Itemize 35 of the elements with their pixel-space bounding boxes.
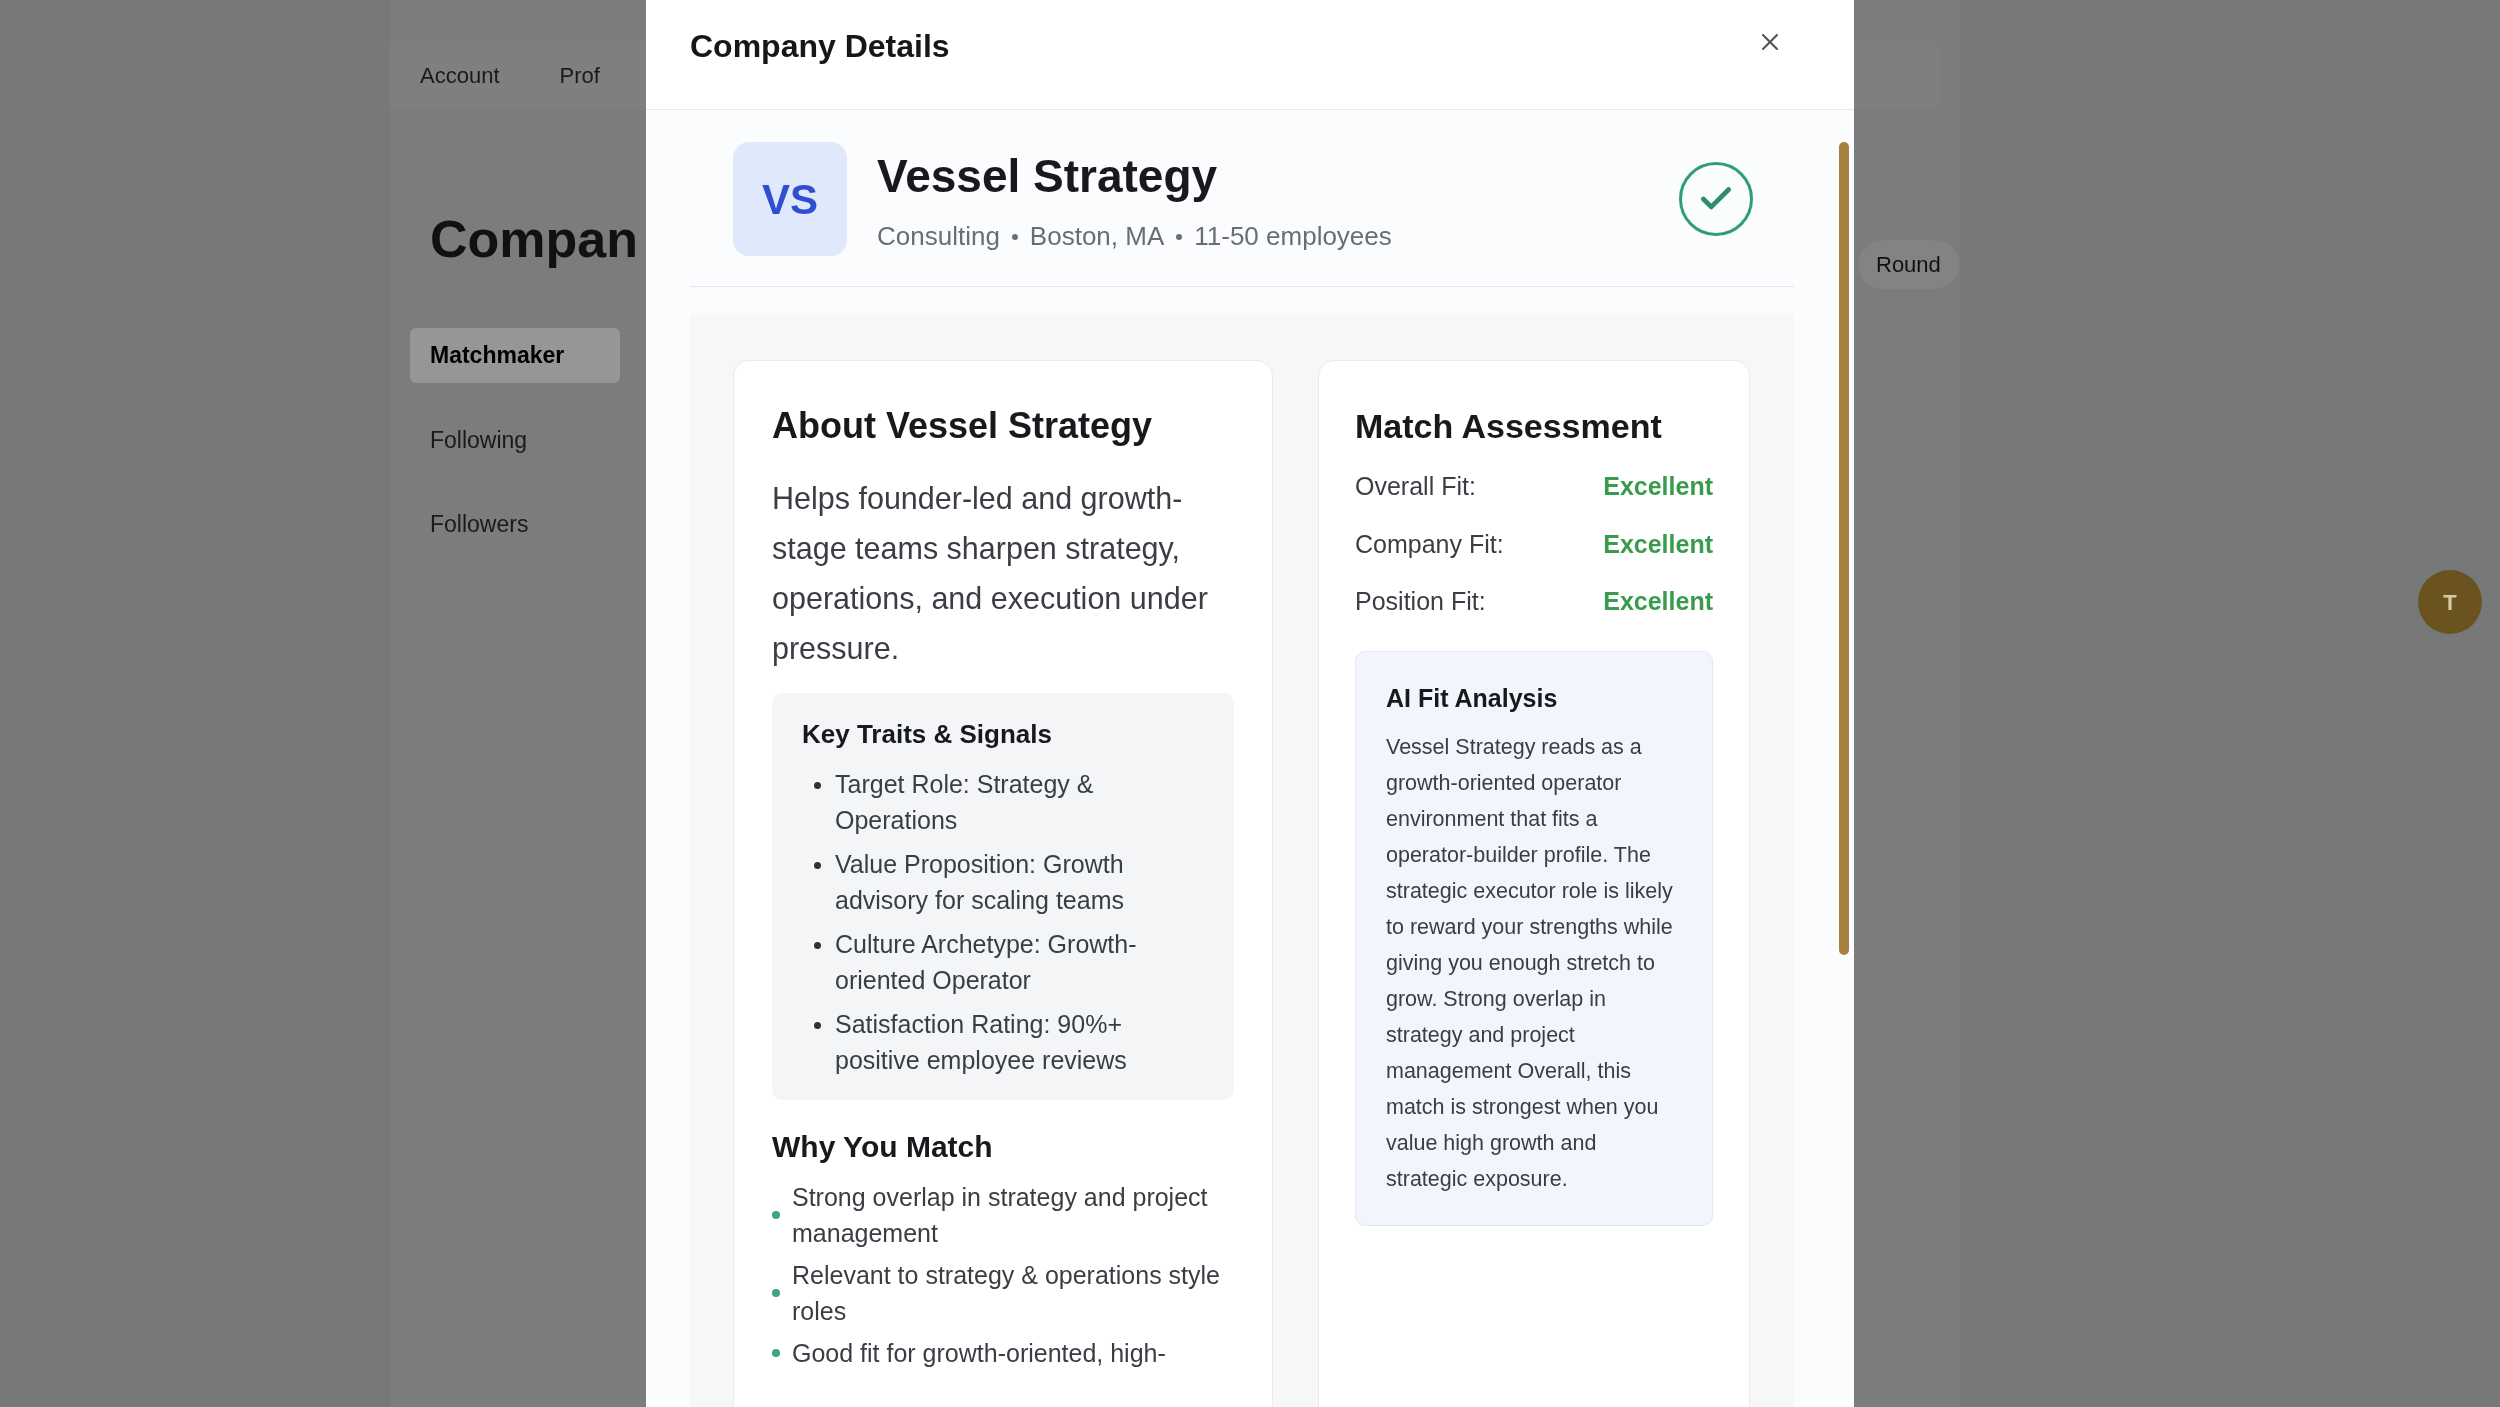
match-reason: Good fit for growth-oriented, high-: [792, 1338, 1166, 1369]
sidebar-item[interactable]: Following: [410, 412, 620, 467]
section-heading: About Vessel Strategy: [772, 404, 1154, 448]
trait-item: Target Role: Strategy & Operations: [835, 769, 1095, 836]
analysis-text: Vessel Strategy reads as a growth-oriented operator environment that fits a operator-builder profile. The strategic executor role is likely to reward your strengths while giving you enough stretch to grow. Strong overlap in strategy and project management Overall, this match is strongest when you value high growth and strategic exposure.: [1386, 734, 1674, 1193]
panel-heading: Key Traits & Signals: [802, 718, 1053, 751]
company-name: Vessel Strategy: [877, 149, 1219, 204]
nav-tab[interactable]: Prof: [559, 58, 600, 92]
trait-item: Culture Archetype: Growth-oriented Operator: [835, 929, 1138, 996]
match-reason: Relevant to strategy & operations style roles: [792, 1260, 1221, 1327]
company-meta: Boston, MA: [1029, 220, 1165, 253]
fit-rating: Excellent: [1603, 471, 1713, 502]
page-heading: Compan: [430, 209, 638, 270]
dialog-title: Company Details: [690, 27, 950, 66]
company-meta: Consulting: [877, 220, 1000, 253]
scrollbar-thumb[interactable]: [1839, 142, 1849, 955]
section-heading: Match Assessment: [1355, 406, 1663, 447]
panel-heading: AI Fit Analysis: [1386, 682, 1559, 714]
user-avatar[interactable]: T: [2418, 570, 2482, 634]
sidebar-item[interactable]: Matchmaker: [410, 328, 620, 383]
company-description: Helps founder-led and growth-stage teams sharpen strategy, operations, and execution under pressure.: [772, 480, 1209, 668]
fit-rating: Excellent: [1603, 528, 1713, 560]
company-meta: 11-50 employees: [1194, 220, 1392, 253]
fit-label: Position Fit:: [1355, 586, 1486, 617]
filter-chip[interactable]: Round: [1858, 240, 1959, 289]
section-heading: Why You Match: [772, 1129, 994, 1165]
company-logo: VS: [733, 142, 847, 256]
trait-item: Satisfaction Rating: 90%+ positive employee reviews: [835, 1009, 1128, 1076]
match-reason: Strong overlap in strategy and project management: [792, 1182, 1209, 1249]
sidebar-item[interactable]: Followers: [410, 497, 620, 552]
fit-rating: Excellent: [1603, 586, 1713, 617]
nav-tab[interactable]: Account: [420, 58, 500, 92]
fit-label: Overall Fit:: [1355, 471, 1476, 502]
fit-label: Company Fit:: [1355, 528, 1504, 560]
trait-item: Value Proposition: Growth advisory for scaling teams: [835, 849, 1125, 916]
